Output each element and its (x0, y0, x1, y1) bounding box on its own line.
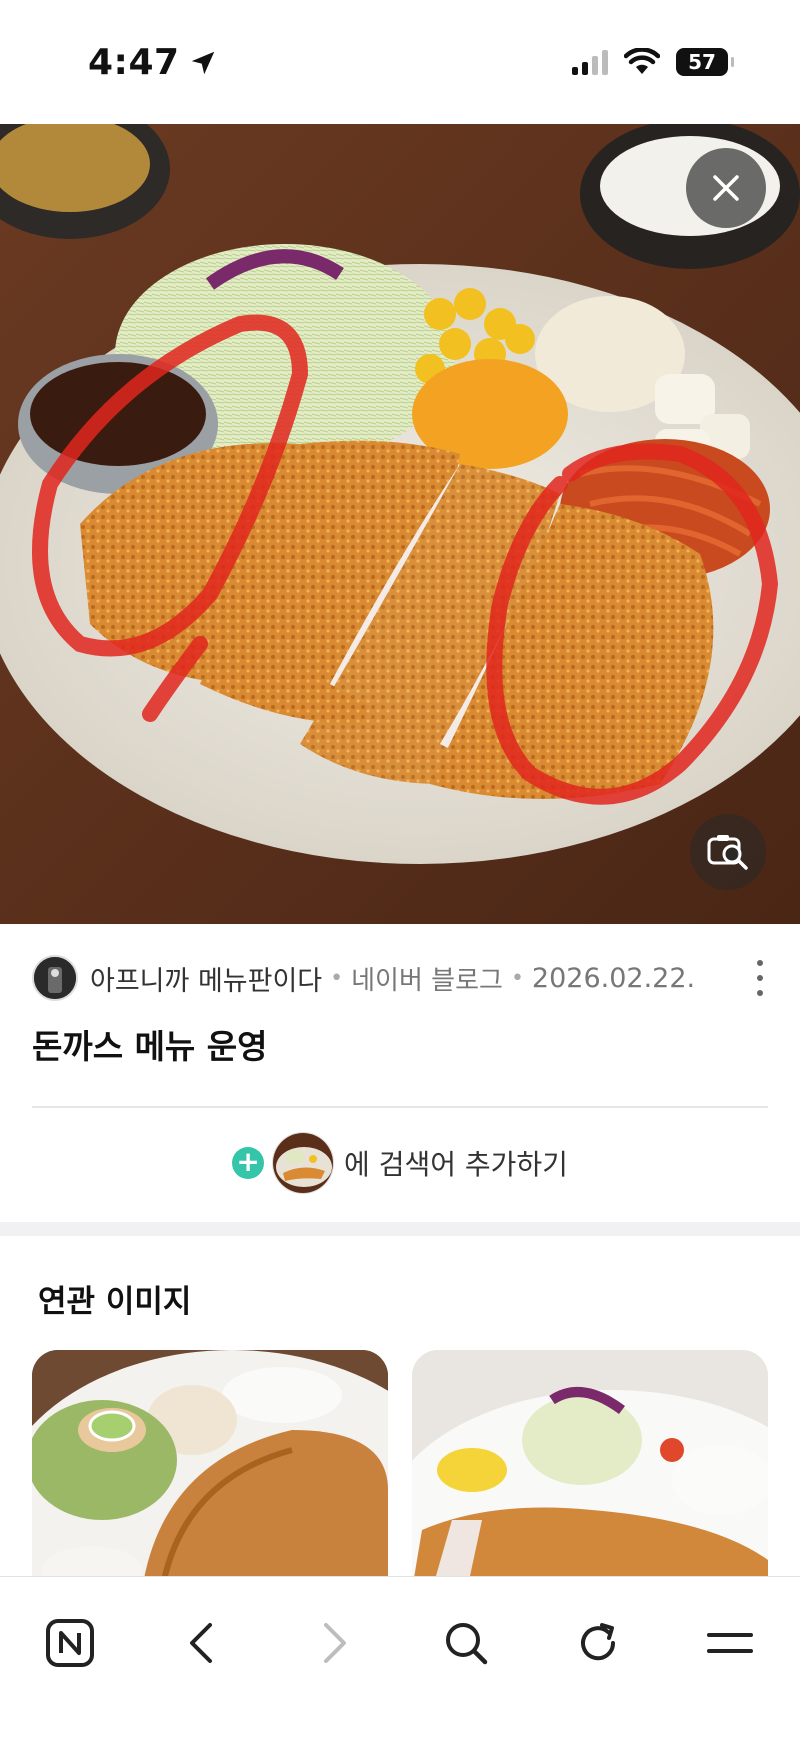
post-meta: 아프니까 메뉴판이다 • 네이버 블로그 • 2026.02.22. (32, 952, 768, 1004)
wifi-icon (624, 48, 660, 74)
battery-level: 57 (688, 50, 716, 74)
menu-button[interactable] (698, 1611, 762, 1675)
author-name[interactable]: 아프니까 메뉴판이다 (90, 959, 322, 998)
status-time: 4:47 (88, 42, 218, 83)
location-arrow-icon (191, 51, 214, 74)
search-button[interactable] (434, 1611, 498, 1675)
source-name[interactable]: 네이버 블로그 (351, 960, 503, 997)
separator: • (330, 965, 344, 991)
more-vertical-icon[interactable] (748, 960, 772, 996)
add-search-keyword-button[interactable]: + 에 검색어 추가하기 (0, 1132, 800, 1194)
image-search-icon (707, 835, 748, 870)
battery-icon: 57 (676, 48, 734, 76)
cellular-signal-icon (572, 49, 608, 75)
refresh-button[interactable] (566, 1611, 630, 1675)
naver-home-icon (46, 1619, 94, 1667)
close-button[interactable] (686, 148, 766, 228)
back-arrow-icon (190, 1623, 212, 1663)
back-button[interactable] (170, 1611, 234, 1675)
plus-icon: + (232, 1147, 265, 1179)
image-search-button[interactable] (690, 814, 766, 890)
section-divider (0, 1222, 800, 1236)
search-icon (446, 1623, 488, 1665)
time-text: 4:47 (88, 42, 180, 83)
related-image-2-photo (412, 1350, 768, 1590)
menu-icon (707, 1633, 753, 1653)
divider (32, 1106, 768, 1108)
image-thumbnail (272, 1132, 335, 1194)
related-image-1-photo (32, 1350, 388, 1590)
close-icon (713, 175, 739, 201)
separator: • (510, 965, 524, 991)
forward-button[interactable] (302, 1611, 366, 1675)
post-title[interactable]: 돈까스 메뉴 운영 (32, 1020, 268, 1068)
post-date: 2026.02.22. (531, 962, 696, 994)
naver-home-button[interactable] (38, 1611, 102, 1675)
related-images-title: 연관 이미지 (38, 1284, 192, 1320)
related-image-1[interactable] (32, 1350, 388, 1590)
forward-arrow-icon (324, 1623, 346, 1663)
main-image[interactable] (0, 124, 800, 924)
refresh-icon (581, 1623, 616, 1661)
bottom-navigation-bar (0, 1576, 800, 1740)
status-bar: 4:47 57 (0, 0, 800, 124)
related-image-2[interactable] (412, 1350, 768, 1590)
food-photo (0, 124, 800, 924)
author-avatar[interactable] (32, 955, 78, 1001)
status-indicators: 57 (572, 48, 734, 76)
add-search-label: 에 검색어 추가하기 (344, 1148, 568, 1181)
